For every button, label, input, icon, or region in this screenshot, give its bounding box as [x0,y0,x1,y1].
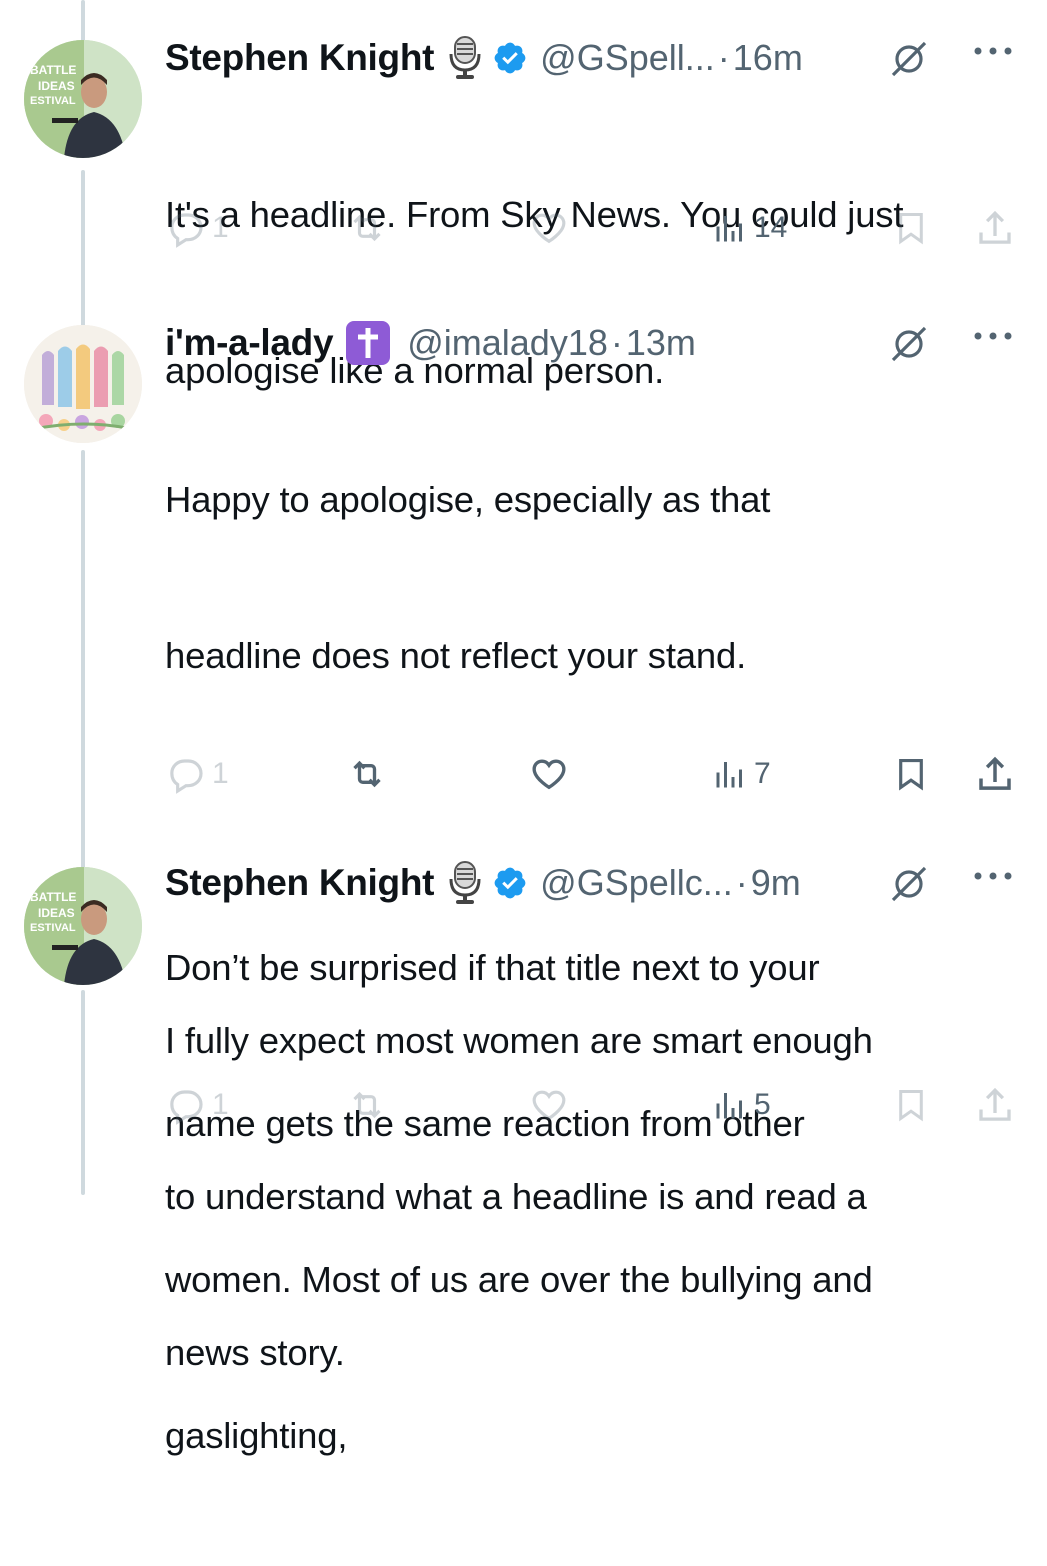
retweet-icon [353,1091,381,1119]
reply-button[interactable]: 1 [166,1085,229,1125]
separator: · [735,862,748,903]
tweet-actions: 1 7 [0,754,1047,804]
microphone-icon [448,861,482,905]
share-icon [979,756,1011,790]
views-count: 14 [754,211,788,244]
retweet-icon [353,760,381,788]
reply-button[interactable]: 1 [166,754,229,794]
bookmark-icon [899,758,923,791]
tweet-actions: 1 14 [0,208,1047,258]
like-button[interactable] [528,754,570,794]
tweet[interactable]: BATTLE IDEAS ESTIVAL Stephen Knight @GSp… [0,845,1047,1373]
bookmark-icon [899,213,923,245]
timestamp[interactable]: 16m [733,37,803,79]
like-button[interactable] [528,208,570,248]
svg-text:IDEAS: IDEAS [38,906,75,920]
grok-icon[interactable] [887,322,931,371]
views-count: 5 [754,1088,771,1121]
avatar-logo-text: BATTLE [30,63,76,77]
tweet[interactable]: i'm-a-lady @imalady18 · 13m Happy to apo… [0,290,1047,1456]
tweet-text-line: headline does not reflect your stand. [165,635,747,676]
tweet-text-line: I fully expect most women are smart enou… [165,1020,873,1061]
reply-icon [170,1090,203,1125]
avatar[interactable] [24,325,142,443]
author-name[interactable]: Stephen Knight [165,862,434,904]
reply-button[interactable]: 1 [166,208,229,248]
tweet-text-line: Happy to apologise, especially as that [165,479,771,520]
svg-text:ESTIVAL: ESTIVAL [30,95,76,107]
bookmark-icon [899,1090,923,1122]
heart-icon [532,213,566,244]
reply-count: 1 [212,211,229,244]
views-icon [716,762,742,788]
reply-icon [170,213,203,248]
author-name[interactable]: i'm-a-lady [165,322,334,364]
heart-icon [532,1090,566,1121]
reply-icon [170,759,203,794]
grok-icon[interactable] [887,37,931,86]
latin-cross-icon [345,320,391,366]
retweet-button[interactable] [345,1085,389,1125]
author-handle[interactable]: @imalady18 [407,322,608,364]
views-button[interactable]: 5 [712,1085,771,1125]
separator: · [717,37,730,78]
tweet-text-line: to understand what a headline is and rea… [165,1176,867,1217]
microphone-icon [448,36,482,80]
bookmark-button[interactable] [892,754,930,794]
avatar[interactable]: BATTLE IDEAS ESTIVAL [24,40,142,158]
tweet-text: I fully expect most women are smart enou… [165,911,1025,1483]
retweet-button[interactable] [345,208,389,248]
retweet-button[interactable] [345,754,389,794]
more-options-icon[interactable] [973,328,1013,346]
share-button[interactable] [974,754,1016,796]
svg-text:BATTLE: BATTLE [30,890,76,904]
bookmark-button[interactable] [892,1085,930,1125]
share-icon [979,210,1011,244]
tweet-actions: 1 5 [0,1085,1047,1135]
heart-icon [532,759,566,790]
verified-badge-icon [492,865,528,901]
author-name[interactable]: Stephen Knight [165,37,434,79]
avatar[interactable]: BATTLE IDEAS ESTIVAL [24,867,142,985]
tweet-header: i'm-a-lady @imalady18 · 13m [165,318,1027,368]
views-icon [716,216,742,242]
share-button[interactable] [974,1085,1016,1127]
grok-icon[interactable] [887,862,931,911]
author-handle[interactable]: @GSpellc... [540,862,733,904]
tweet-text-line: news story. [165,1332,345,1373]
tweet-header: Stephen Knight @GSpellc... · 9m [165,858,1027,908]
share-icon [979,1087,1011,1121]
views-icon [716,1093,742,1119]
views-button[interactable]: 14 [712,208,787,248]
tweet[interactable]: BATTLE IDEAS ESTIVAL Stephen Knight @GSp… [0,0,1047,391]
views-button[interactable]: 7 [712,754,771,794]
tweet-header: Stephen Knight @GSpell... · 16m [165,33,1027,83]
verified-badge-icon [492,40,528,76]
more-options-icon[interactable] [973,868,1013,886]
author-handle[interactable]: @GSpell... [540,37,715,79]
timestamp[interactable]: 13m [626,322,696,364]
timestamp[interactable]: 9m [751,862,801,904]
like-button[interactable] [528,1085,570,1125]
reply-count: 1 [212,1088,229,1121]
separator: · [610,322,623,363]
retweet-icon [353,214,381,242]
svg-text:IDEAS: IDEAS [38,79,75,93]
views-count: 7 [754,757,771,790]
more-options-icon[interactable] [973,43,1013,61]
share-button[interactable] [974,208,1016,250]
svg-text:ESTIVAL: ESTIVAL [30,922,76,934]
reply-count: 1 [212,757,229,790]
bookmark-button[interactable] [892,208,930,248]
